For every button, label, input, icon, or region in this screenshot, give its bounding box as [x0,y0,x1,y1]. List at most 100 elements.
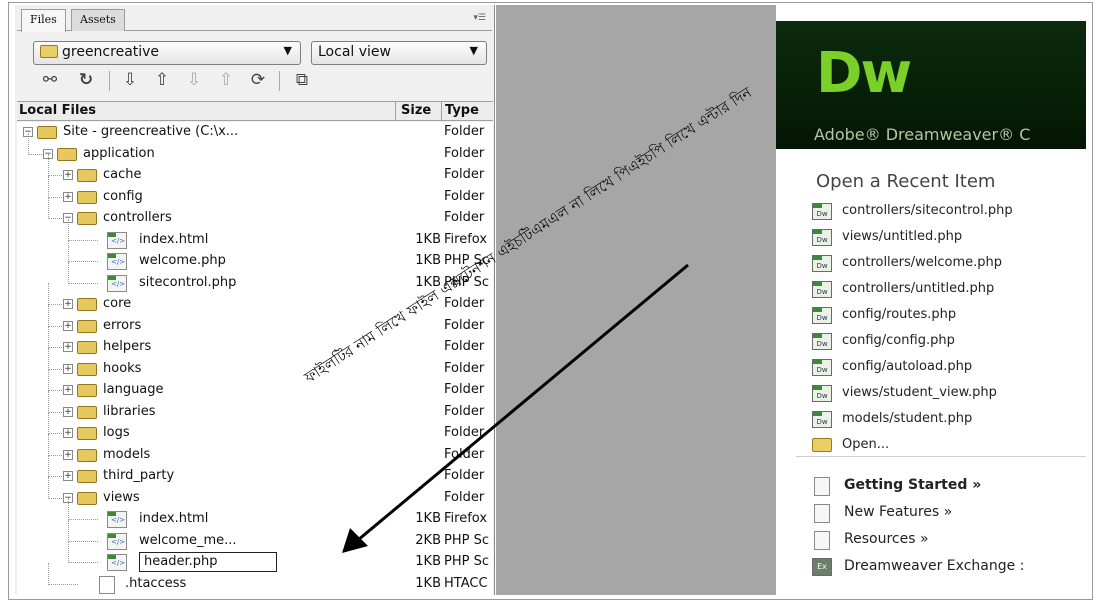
expand-icon[interactable]: + [63,320,73,331]
recent-item[interactable]: Dw views/untitled.php [812,227,1086,253]
panel-options-icon[interactable]: ▾☰ [473,13,486,23]
folder-row[interactable]: + cache Folder [17,154,493,186]
recent-item-label: views/student_view.php [842,385,997,400]
expand-icon[interactable]: + [63,428,73,438]
folder-row[interactable]: + logs Folder [17,412,493,444]
view-select[interactable]: Local view ▼ [311,41,487,65]
item-type: PHP Sc [444,554,489,569]
recent-item[interactable]: Dw controllers/untitled.php [812,279,1086,305]
file-row[interactable]: index.html 1KBFirefox [17,498,493,530]
toolbar-divider [279,71,280,91]
expand-icon[interactable]: + [63,342,73,352]
expand-icon[interactable]: + [63,363,73,374]
tree-connector [48,583,78,585]
recent-item[interactable]: Dw controllers/sitecontrol.php [812,201,1086,227]
file-row[interactable]: index.html 1KBFirefox [17,218,493,251]
check-in-icon[interactable]: ⇧ [215,69,237,91]
item-type: Folder [444,403,485,419]
file-row[interactable]: header.php 1KBPHP Sc [17,541,493,573]
check-out-icon[interactable]: ⇩ [183,69,205,91]
recent-item-label: views/untitled.php [842,229,963,244]
expand-icon[interactable]: + [63,385,73,395]
item-type: Folder [444,124,485,139]
tree-connector [68,540,98,542]
folder-row[interactable]: + third_party Folder [17,455,493,487]
help-link[interactable]: New Features » [812,502,1086,529]
get-files-icon[interactable]: ⇩ [119,69,141,91]
recent-item[interactable]: Dw models/student.php [812,409,1086,435]
tree-connector [68,519,69,542]
panel-tabs: Files Assets ▾☰ [17,9,492,32]
item-type: Firefox [444,231,488,247]
folder-row[interactable]: − Site - greencreative (C:\x... Folder [17,122,493,143]
expand-panel-icon[interactable]: ⧉ [291,69,313,91]
section-divider [796,456,1086,457]
toolbar-divider [109,71,110,91]
synchronize-icon[interactable]: ⟳ [247,69,269,91]
rename-input[interactable]: header.php [139,552,277,572]
help-link[interactable]: Getting Started » [812,475,1086,502]
expand-icon[interactable]: + [63,471,73,481]
chevron-down-icon: ▼ [469,44,478,57]
file-row[interactable]: welcome_me... 2KBPHP Sc [17,519,493,552]
folder-row[interactable]: − controllers Folder [17,197,493,229]
site-folder-icon [40,45,58,58]
item-name: welcome.php [139,253,226,268]
tree-connector [28,132,29,155]
tree-connector [68,239,98,241]
help-link[interactable]: Resources » [812,529,1086,556]
tree-connector [48,347,49,370]
tab-assets[interactable]: Assets [71,9,125,31]
refresh-icon[interactable]: ↻ [75,69,97,91]
folder-row[interactable]: + language Folder [17,369,493,401]
expand-icon[interactable]: + [63,170,73,180]
item-type: Folder [444,382,485,397]
item-type: Folder [444,339,485,354]
folder-icon [37,126,57,139]
folder-row[interactable]: + config Folder [17,175,493,208]
recent-item[interactable]: Dw controllers/welcome.php [812,253,1086,279]
tree-connector [48,154,49,176]
expand-icon[interactable]: + [63,406,73,417]
put-files-icon[interactable]: ⇧ [151,69,173,91]
web-file-icon [107,274,127,292]
column-local-files[interactable]: Local Files [19,103,96,118]
column-divider [441,102,442,121]
folder-row[interactable]: + libraries Folder [17,390,493,423]
web-file-icon [107,253,127,270]
help-links: Getting Started » New Features » Resources… [812,475,1086,583]
item-name: Site - greencreative (C:\x... [63,124,239,139]
tree-connector [48,369,49,391]
site-select[interactable]: greencreative ▼ [33,41,301,65]
folder-row[interactable]: + hooks Folder [17,347,493,380]
connect-icon[interactable]: ⚯ [39,69,61,91]
screenshot-frame: Files Assets ▾☰ greencreative ▼ Local vi… [8,2,1093,600]
files-list-header: Local Files Size Type [17,101,493,121]
column-size[interactable]: Size [401,103,431,118]
help-link[interactable]: Ex Dreamweaver Exchange : [812,556,1086,583]
recent-item[interactable]: Dw views/student_view.php [812,383,1086,409]
folder-row[interactable]: − application Folder [17,132,493,165]
file-row[interactable]: welcome.php1KBPHP Sc [17,240,493,272]
tab-files[interactable]: Files [21,9,66,32]
folder-row[interactable]: − views Folder [17,476,493,509]
recent-item[interactable]: Dw config/config.php [812,331,1086,357]
item-type: Folder [444,360,485,376]
file-row[interactable]: .htaccess 1KB HTACC [17,562,493,595]
open-button[interactable]: Open... [812,435,1086,461]
chevron-down-icon: ▼ [283,44,292,57]
item-type: Folder [444,425,485,440]
recent-item[interactable]: Dw config/autoload.php [812,357,1086,383]
tree-connector [68,261,98,262]
expand-icon[interactable]: + [63,191,73,202]
tree-connector [48,412,49,434]
item-name: libraries [103,403,156,419]
folder-row[interactable]: + helpers Folder [17,326,493,358]
expand-icon[interactable]: + [63,449,73,460]
dreamweaver-file-icon: Dw [812,333,832,350]
column-type[interactable]: Type [445,103,479,118]
folder-row[interactable]: + models Folder [17,433,493,466]
recent-item[interactable]: Dw config/routes.php [812,305,1086,331]
dreamweaver-file-icon: Dw [812,385,832,402]
expand-icon[interactable]: + [63,299,73,309]
